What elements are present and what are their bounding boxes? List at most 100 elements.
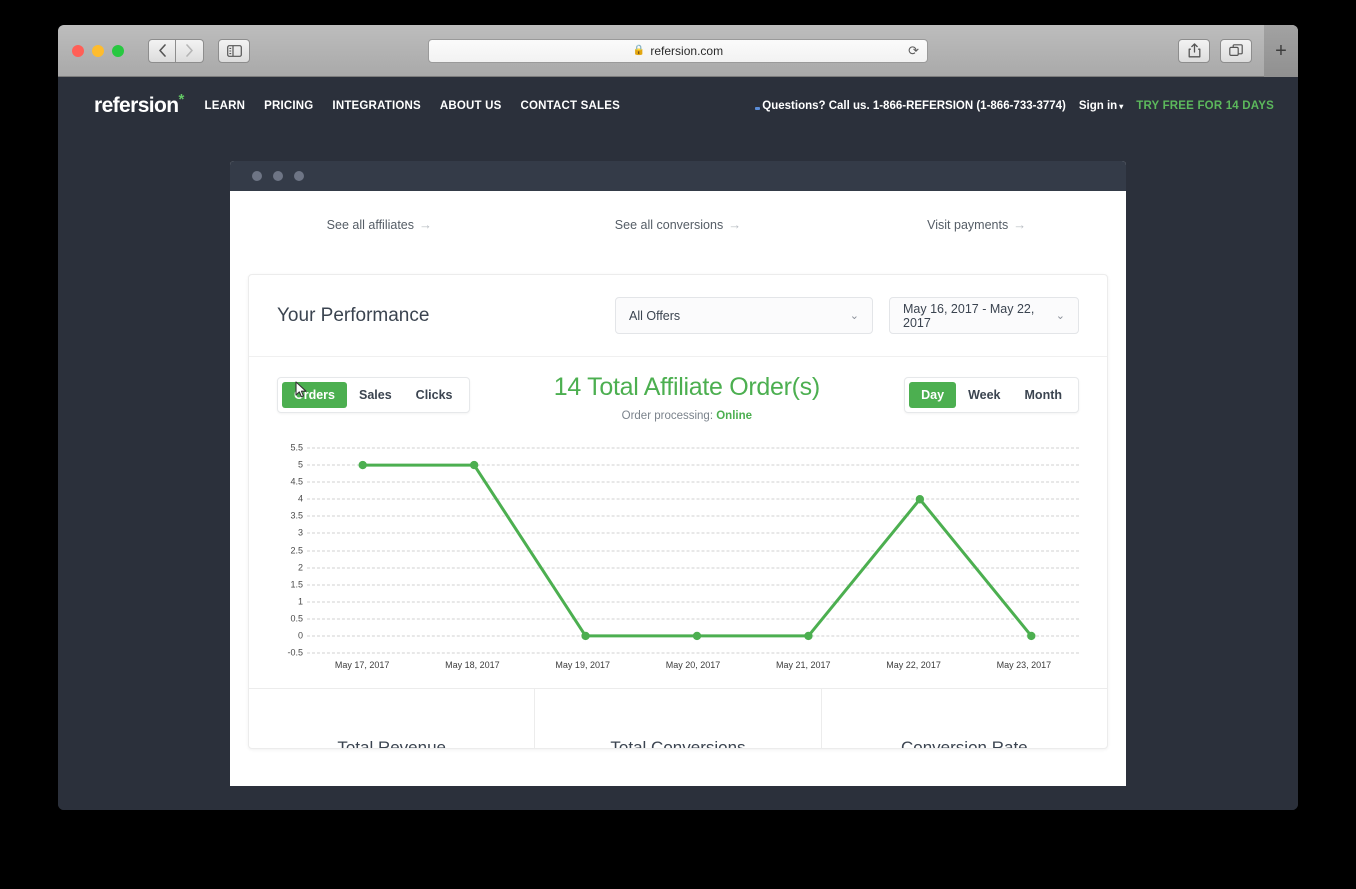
x-axis-tick-label: May 18, 2017 [445,660,500,670]
sidebar-toggle-button[interactable] [218,38,250,63]
app-window-dot [273,171,283,181]
app-titlebar [230,161,1126,191]
status-badge: Online [716,410,753,422]
y-axis-tick-label: 1.5 [290,579,303,590]
stat-label: Total Conversions [610,738,746,748]
card-header: Your Performance All Offers ⌄ May 16, 20… [249,275,1107,357]
quicklink-label: See all conversions [614,218,724,232]
minimize-window-button[interactable] [92,44,104,57]
site-header: refersion * LEARN PRICING INTEGRATIONS AB… [58,77,1298,135]
x-axis-tick-label: May 19, 2017 [555,660,610,670]
quicklink-see-all-conversions[interactable]: See all conversions → [529,217,828,232]
card-controls: All Offers ⌄ May 16, 2017 - May 22, 2017… [615,297,1079,334]
logo-asterisk-icon: * [178,91,184,108]
nav-item-about-us[interactable]: ABOUT US [440,100,502,112]
chevron-left-icon [158,44,166,57]
chart-data-point[interactable] [1027,631,1036,641]
order-processing-status: Order processing: Online [470,410,905,422]
x-axis: May 17, 2017 May 18, 2017 May 19, 2017 May … [307,660,1079,678]
chart-headline: 14 Total Affiliate Order(s) [553,373,820,401]
stat-label: Conversion Rate [901,738,1028,748]
nav-item-learn[interactable]: LEARN [204,100,245,112]
chart-data-point[interactable] [692,631,702,641]
header-right: Questions? Call us. 1-866-REFERSION (1-8… [755,100,1274,112]
app-window-dot [252,171,262,181]
share-button[interactable] [1178,38,1210,63]
app-body: See all affiliates → See all conversions →… [230,191,1126,786]
chart-headline-block: 14 Total Affiliate Order(s) Order proces… [470,373,905,422]
sign-in-menu[interactable]: Sign in ▾ [1079,100,1123,112]
nav-buttons [148,38,204,63]
quick-links-row: See all affiliates → See all conversions →… [230,191,1126,232]
chart-controls-row: Orders Sales Clicks 14 Total Affiliate O… [277,373,1079,422]
tab-clicks[interactable]: Clicks [404,382,465,408]
y-axis-tick-label: 1 [297,596,303,607]
show-tabs-button[interactable] [1220,38,1252,63]
chevron-down-icon: ⌄ [1055,310,1065,322]
app-screenshot: See all affiliates → See all conversions →… [230,161,1126,786]
chart-data-point[interactable] [581,631,590,641]
show-tabs-icon [1229,43,1243,56]
quicklink-visit-payments[interactable]: Visit payments → [827,217,1126,232]
arrow-right-icon: → [1013,217,1027,232]
phone-marker-icon [755,107,761,110]
metric-tabs: Orders Sales Clicks [277,377,470,413]
address-bar[interactable]: 🔒 refersion.com ⟳ [428,38,928,63]
your-performance-card: Your Performance All Offers ⌄ May 16, 20… [248,274,1108,749]
page-title: Your Performance [277,304,430,326]
logo-text: refersion [94,94,179,117]
forward-button[interactable] [176,38,204,63]
arrow-right-icon: → [728,217,742,232]
chevron-down-icon: ⌄ [849,310,859,322]
x-axis-tick-label: May 20, 2017 [665,660,721,670]
back-button[interactable] [148,38,176,63]
offers-select[interactable]: All Offers ⌄ [615,297,873,334]
tab-week[interactable]: Week [956,382,1012,408]
interval-tabs: Day Week Month [904,377,1079,413]
reload-icon[interactable]: ⟳ [908,43,919,59]
browser-toolbar: 🔒 refersion.com ⟳ + [58,25,1298,77]
questions-phone-text: Questions? Call us. 1-866-REFERSION (1-8… [755,100,1066,112]
y-axis-tick-label: 5 [297,459,303,470]
chart-data-point[interactable] [469,460,479,470]
y-axis-tick-label: 0 [297,630,303,641]
tab-orders[interactable]: Orders [282,382,347,408]
chart-plot-area [358,460,1036,641]
app-window-dot [294,171,304,181]
date-range-value: May 16, 2017 - May 22, 2017 [903,301,1035,330]
new-tab-button[interactable]: + [1264,25,1298,77]
tab-month[interactable]: Month [1013,382,1074,408]
stat-total-conversions: Total Conversions [534,689,820,748]
chart-line-orders [363,465,1032,636]
y-axis-tick-label: 3.5 [290,510,303,521]
tab-sales[interactable]: Sales [347,382,404,408]
orders-line-chart: 5.5 5 4.5 4 3.5 3 2.5 2 1.5 1 0.5 0 -0.5 May 17, 201… [277,443,1079,688]
free-trial-button[interactable]: TRY FREE FOR 14 DAYS [1136,100,1274,112]
close-window-button[interactable] [72,44,84,57]
offers-select-value: All Offers [629,308,681,323]
nav-item-integrations[interactable]: INTEGRATIONS [332,100,420,112]
main-navigation: LEARN PRICING INTEGRATIONS ABOUT US CONT… [204,100,620,112]
share-icon [1188,43,1200,58]
tab-day[interactable]: Day [909,382,957,408]
y-axis-tick-label: 2 [297,562,303,573]
y-axis-tick-label: -0.5 [287,647,303,658]
nav-item-pricing[interactable]: PRICING [264,100,313,112]
chart-data-point[interactable] [915,495,925,504]
x-axis-tick-label: May 17, 2017 [334,660,390,670]
stat-conversion-rate: Conversion Rate [820,689,1107,748]
traffic-lights [72,44,124,57]
browser-window: 🔒 refersion.com ⟳ + refersion * LEARN PR… [58,25,1298,810]
url-text: refersion.com [650,43,724,58]
quicklink-label: Visit payments [927,218,1009,232]
chart-data-point[interactable] [804,631,813,641]
date-range-select[interactable]: May 16, 2017 - May 22, 2017 ⌄ [889,297,1079,334]
quicklink-see-all-affiliates[interactable]: See all affiliates → [230,217,529,232]
summary-stats-row: Total Revenue Total Conversions Conversi… [249,688,1107,748]
maximize-window-button[interactable] [112,44,124,57]
y-axis-tick-label: 4.5 [290,476,303,487]
nav-item-contact-sales[interactable]: CONTACT SALES [521,100,621,112]
chart-data-point[interactable] [358,460,367,470]
stat-label: Total Revenue [337,738,446,748]
refersion-logo[interactable]: refersion * [94,91,184,118]
